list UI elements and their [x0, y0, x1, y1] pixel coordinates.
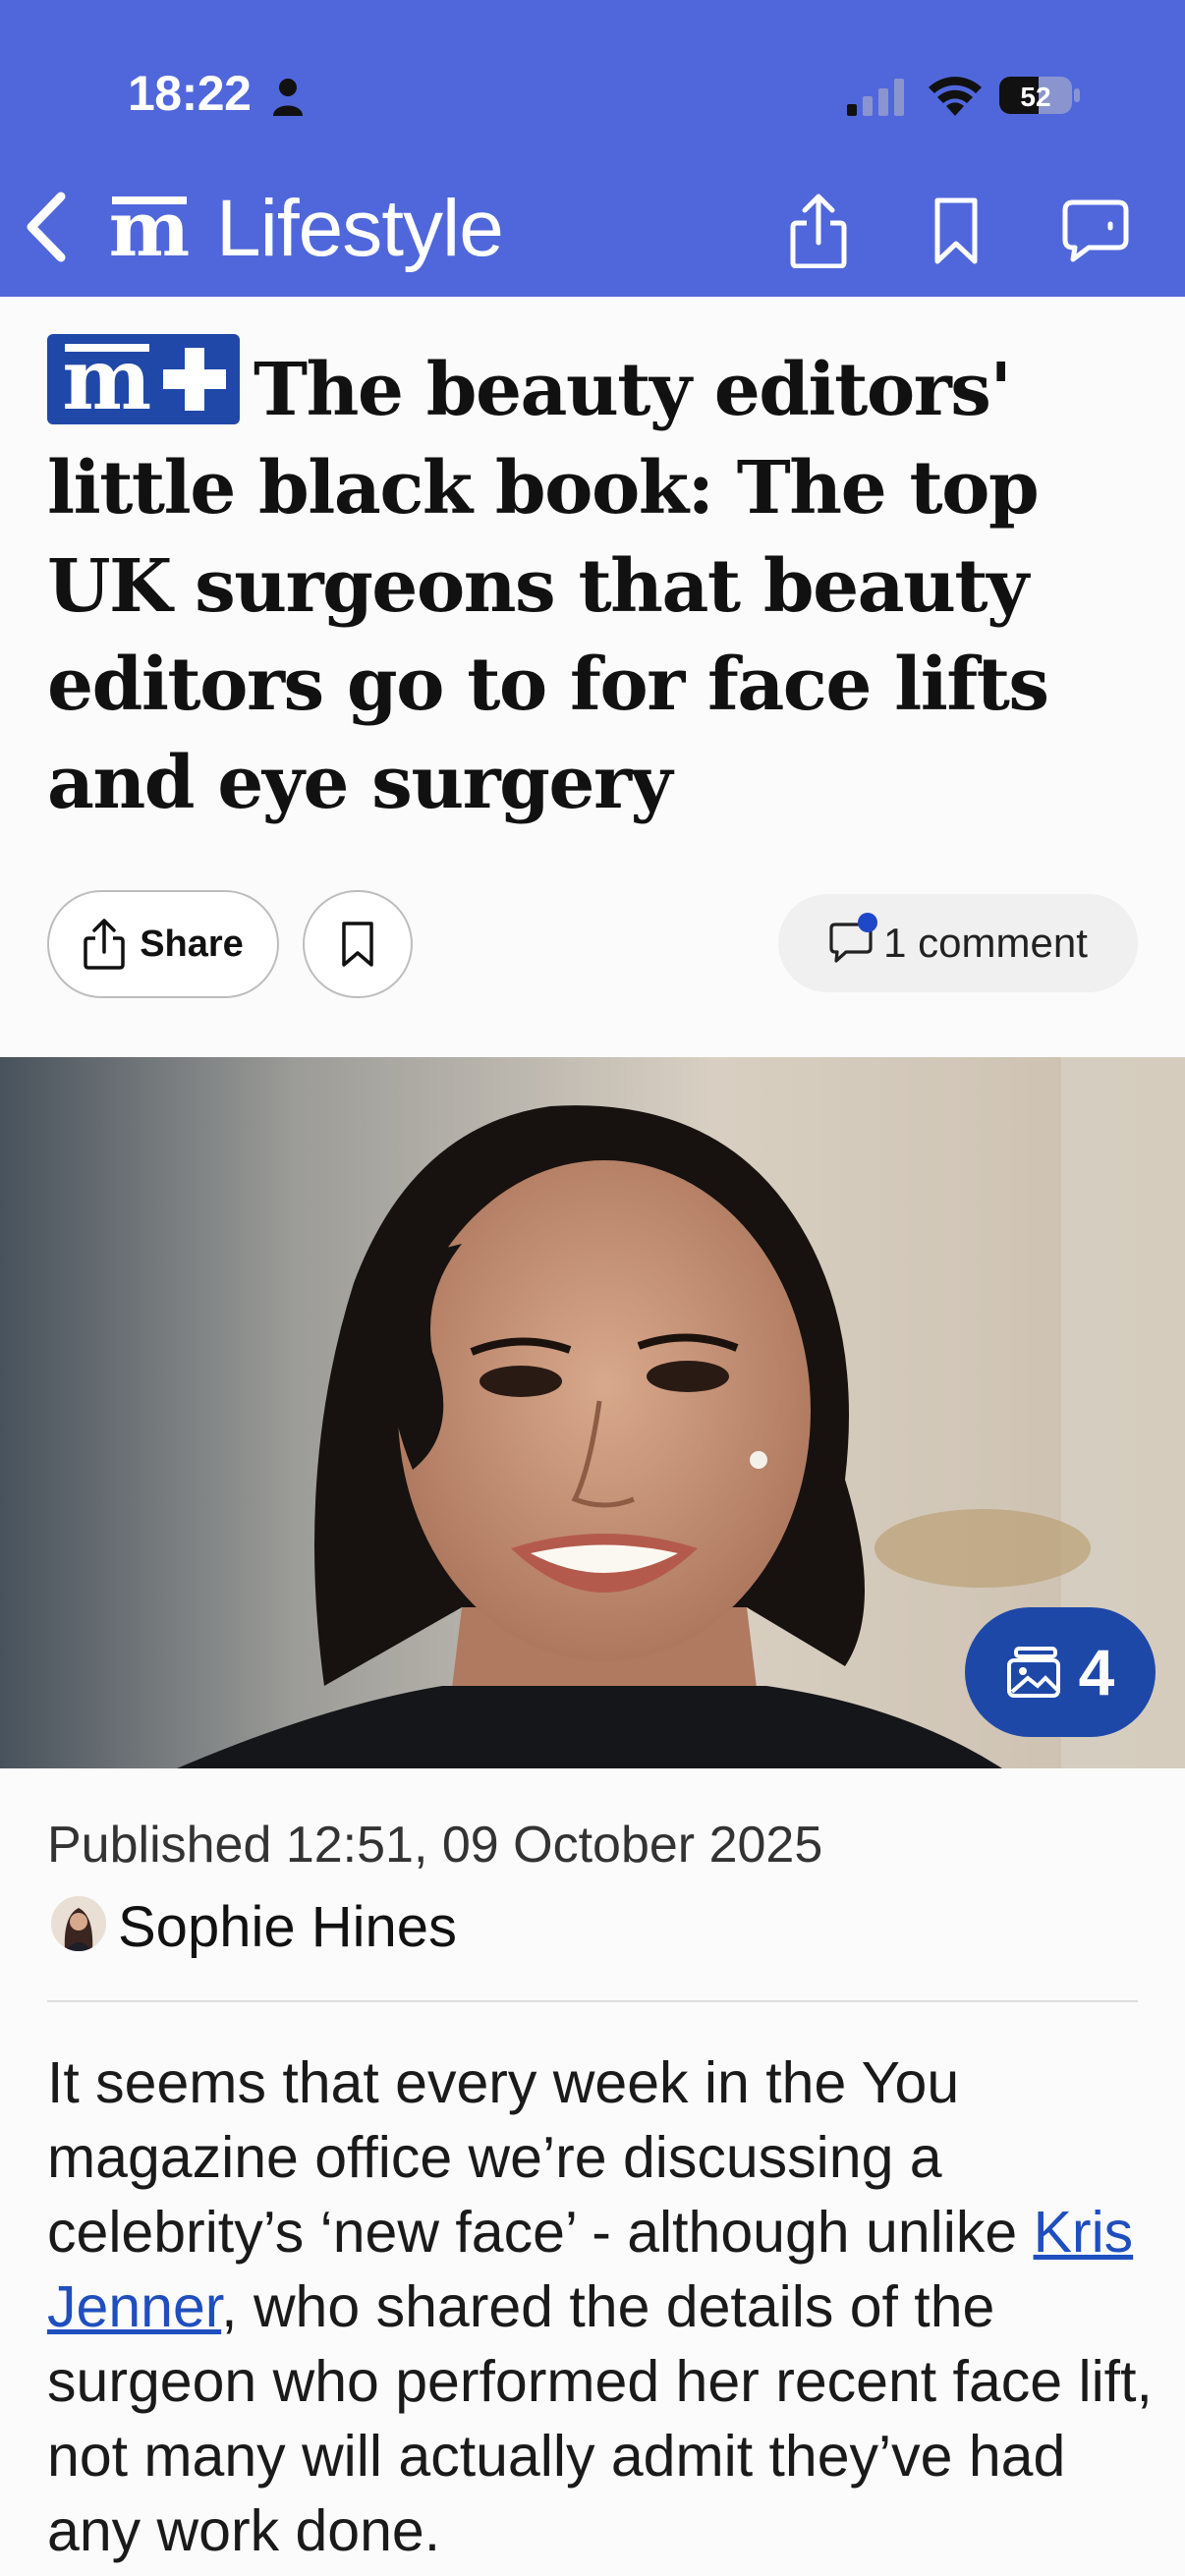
- gallery-count: 4: [1078, 1636, 1115, 1708]
- article-save-button[interactable]: [303, 890, 413, 998]
- body-text-start: It seems that every week in the You maga…: [47, 2050, 1034, 2265]
- comment-icon: [1062, 199, 1129, 262]
- published-date: Published 12:51, 09 October 2025: [47, 1817, 823, 1874]
- svg-text:m: m: [109, 195, 191, 267]
- author-name[interactable]: Sophie Hines: [118, 1894, 457, 1960]
- gallery-icon: [1006, 1647, 1060, 1698]
- bookmark-icon: [342, 922, 373, 967]
- signal-icon: [847, 79, 904, 116]
- comments-count: 1 comment: [883, 920, 1088, 966]
- comments-link[interactable]: 1 comment: [778, 894, 1138, 992]
- author-avatar[interactable]: [51, 1896, 106, 1951]
- section-title: Lifestyle: [216, 184, 504, 273]
- brand-logo-icon: m: [109, 195, 191, 267]
- unread-dot: [858, 913, 878, 932]
- article-share-button[interactable]: Share: [47, 890, 279, 998]
- gallery-button[interactable]: 4: [965, 1607, 1156, 1737]
- share-icon: [790, 194, 847, 268]
- battery-icon: 52: [999, 77, 1080, 114]
- article-headline: m The beauty editors' little black book: …: [47, 334, 1148, 832]
- battery-level: 52: [1020, 82, 1050, 112]
- back-icon[interactable]: [22, 189, 73, 265]
- bookmark-icon: [934, 197, 978, 264]
- top-bar: 18:22 52 m Lifestyle: [0, 0, 1185, 297]
- article-body: It seems that every week in the You maga…: [47, 2045, 1154, 2568]
- share-label: Share: [140, 923, 244, 965]
- bookmark-button[interactable]: [914, 189, 998, 273]
- status-time: 18:22: [128, 66, 252, 121]
- wifi-icon: [929, 77, 982, 116]
- mplus-badge-icon: m: [47, 334, 240, 424]
- share-button[interactable]: [776, 189, 861, 273]
- divider: [47, 2000, 1138, 2002]
- person-icon: [273, 79, 303, 116]
- comments-button[interactable]: [1053, 189, 1138, 273]
- share-icon: [84, 919, 125, 970]
- comment-icon: [828, 913, 878, 966]
